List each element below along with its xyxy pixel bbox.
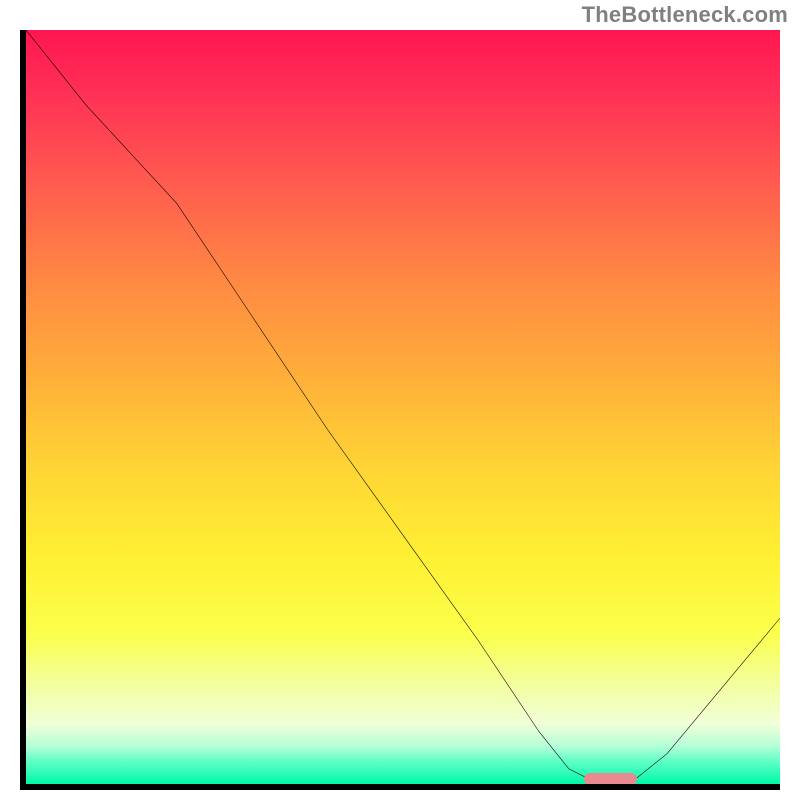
watermark-text: TheBottleneck.com [582,2,788,28]
curve-path [26,30,780,784]
chart-stage: TheBottleneck.com [0,0,800,800]
optimum-marker [584,773,637,785]
bottleneck-curve [26,30,780,784]
plot-area [20,30,780,790]
